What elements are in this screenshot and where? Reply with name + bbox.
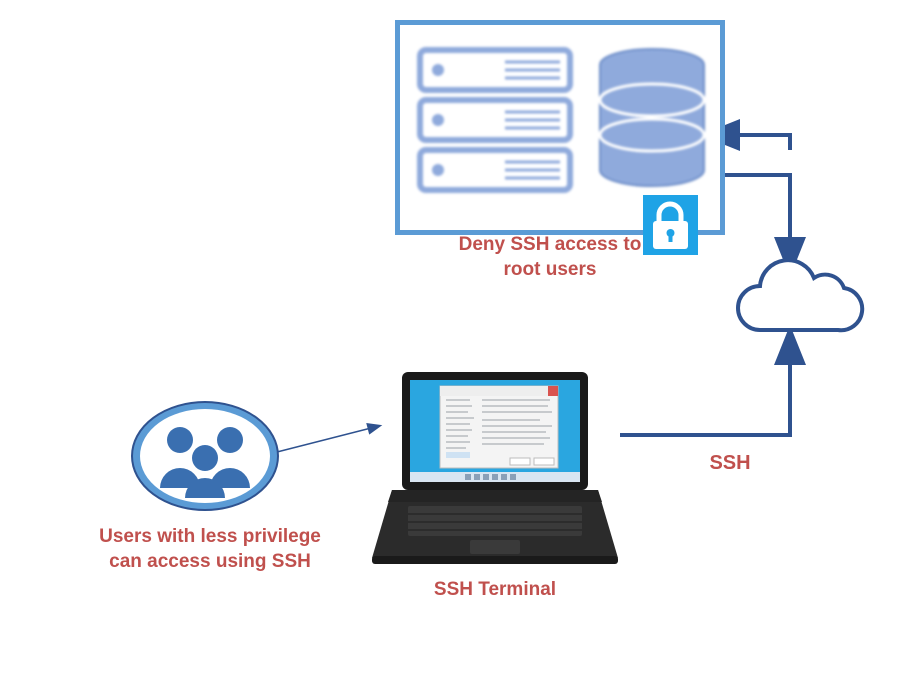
laptop-icon [370, 370, 620, 570]
cloud-icon [720, 255, 870, 350]
database-icon [592, 45, 712, 205]
ssh-link-label: SSH [690, 450, 770, 476]
laptop-caption: SSH Terminal [415, 578, 575, 603]
users-ellipse [130, 400, 280, 512]
server-rack-icon [410, 40, 580, 210]
users-caption: Users with less privilege can access usi… [95, 525, 325, 574]
server-caption: Deny SSH access to root users [440, 233, 660, 282]
